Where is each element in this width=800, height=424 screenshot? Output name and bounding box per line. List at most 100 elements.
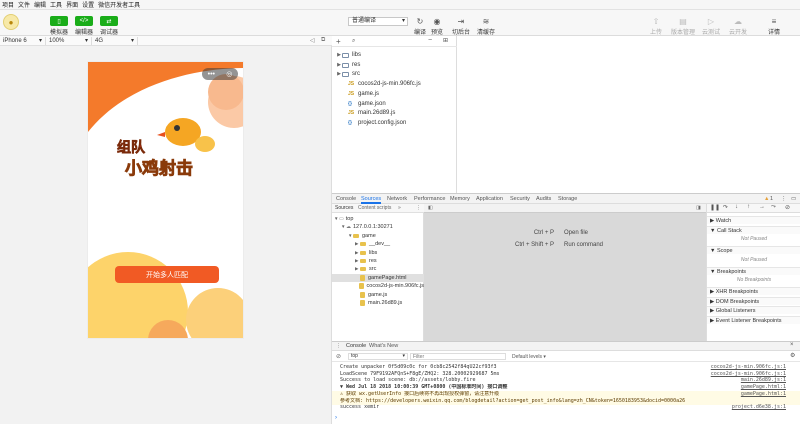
tab-content-scripts[interactable]: Content scripts: [358, 205, 391, 211]
gear-icon[interactable]: ⚙: [790, 352, 795, 359]
menu-tools[interactable]: 工具: [50, 0, 62, 9]
step-out-icon[interactable]: ↑: [747, 204, 750, 210]
network-select[interactable]: 4G ▾: [92, 37, 138, 45]
menu-edit[interactable]: 编辑: [34, 0, 46, 9]
phone-screen[interactable]: ••• ◎ 组队 小鸡射击 开始多人匹配: [87, 61, 244, 339]
source-tree-item[interactable]: ▼ ☁ 127.0.0.1:30271: [332, 223, 424, 231]
compile-mode-select[interactable]: 普通编译: [348, 17, 408, 26]
collapse-icon[interactable]: −: [428, 37, 432, 44]
debugger-section-header[interactable]: ▼ Call Stack: [707, 225, 800, 234]
debugger-section-header[interactable]: ▶ Watch: [707, 216, 800, 224]
menu-app[interactable]: 微信开发者工具: [98, 0, 140, 9]
clear-console-icon[interactable]: ⊘: [336, 353, 341, 360]
debugger-section-header[interactable]: ▶ Event Listener Breakpoints: [707, 315, 800, 324]
source-tree-item[interactable]: ▶ src: [332, 265, 424, 273]
compile-button[interactable]: ↻: [414, 16, 426, 26]
upload-button[interactable]: ⇧: [650, 16, 662, 26]
popout-icon[interactable]: ⧉: [321, 37, 325, 44]
tab-security[interactable]: Security: [510, 194, 530, 204]
debugger-section-header[interactable]: ▶ XHR Breakpoints: [707, 287, 800, 295]
debugger-section-header[interactable]: ▶ DOM Breakpoints: [707, 296, 800, 305]
step-icon[interactable]: →: [759, 204, 765, 210]
file-item-res[interactable]: ▶ res: [336, 61, 360, 70]
editor-button[interactable]: </>: [75, 16, 93, 26]
warning-icon[interactable]: ▲: [764, 194, 769, 204]
clear-cache-button[interactable]: ≋: [480, 16, 492, 26]
device-select[interactable]: iPhone 6 ▾: [0, 37, 46, 45]
tab-sources[interactable]: Sources: [361, 194, 382, 204]
source-tree-item[interactable]: main.26d89.js: [332, 299, 424, 307]
pause-icon[interactable]: ❚❚: [710, 204, 720, 211]
log-levels-select[interactable]: Default levels ▾: [512, 354, 546, 360]
source-tree-item[interactable]: ▼ ▭ top: [332, 215, 424, 223]
source-tree-item[interactable]: game.js: [332, 291, 424, 299]
menu-project[interactable]: 项目: [2, 0, 14, 9]
menu-file[interactable]: 文件: [18, 0, 30, 9]
console-source-link[interactable]: project.d6e38.js:1: [732, 404, 786, 411]
simulator-button[interactable]: ▯: [50, 16, 68, 26]
mute-icon[interactable]: ◁: [310, 37, 315, 44]
toggle-debugger-icon[interactable]: ◨: [696, 205, 701, 211]
toggle-navigator-icon[interactable]: ◧: [428, 205, 433, 211]
source-tree-item[interactable]: ▶ libs: [332, 249, 424, 257]
context-select[interactable]: top ▾: [348, 353, 408, 360]
console-filter-input[interactable]: [410, 353, 506, 360]
deactivate-breakpoints-icon[interactable]: ⤳: [771, 204, 776, 211]
tab-performance[interactable]: Performance: [414, 194, 446, 204]
version-button[interactable]: ▤: [677, 16, 689, 26]
tab-console[interactable]: Console: [336, 194, 356, 204]
tab-network[interactable]: Network: [387, 194, 407, 204]
close-icon[interactable]: ×: [790, 342, 794, 348]
zoom-select[interactable]: 100% ▾: [46, 37, 92, 45]
double-chevron-icon[interactable]: »: [398, 205, 401, 211]
file-item-game-json[interactable]: {} game.json: [342, 100, 386, 109]
source-tree-item[interactable]: ▶ res: [332, 257, 424, 265]
start-match-button[interactable]: 开始多人匹配: [115, 266, 219, 283]
details-button[interactable]: ≡: [768, 16, 780, 26]
tab-console-drawer[interactable]: Console: [346, 343, 366, 349]
simulator-panel: ••• ◎ 组队 小鸡射击 开始多人匹配: [0, 46, 332, 424]
tab-whats-new[interactable]: What's New: [369, 343, 398, 349]
tab-application[interactable]: Application: [476, 194, 503, 204]
debugger-section-header[interactable]: ▼ Scope: [707, 246, 800, 254]
file-item-cocos2d-js-min-906fc-js[interactable]: JS cocos2d-js-min.906fc.js: [342, 80, 421, 89]
debugger-controls: ❚❚ ↷ ↓ ↑ → ⤳ ⊘: [707, 204, 800, 213]
step-over-icon[interactable]: ↷: [723, 204, 728, 211]
menu-capsule[interactable]: ••• ◎: [202, 68, 238, 80]
debugger-button[interactable]: ⇄: [100, 16, 118, 26]
tab-audits[interactable]: Audits: [536, 194, 551, 204]
layout-icon[interactable]: ⊞: [443, 37, 448, 44]
tab-nav-sources[interactable]: Sources: [335, 205, 353, 211]
debugger-section-header[interactable]: ▼ Breakpoints: [707, 266, 800, 275]
pause-exceptions-icon[interactable]: ⊘: [785, 204, 790, 211]
add-icon[interactable]: +: [336, 37, 341, 46]
source-tree-item[interactable]: ▶ __dev__: [332, 240, 424, 248]
console-prompt[interactable]: ›: [335, 415, 337, 421]
file-item-project-config-json[interactable]: {} project.config.json: [342, 119, 406, 128]
file-item-game-js[interactable]: JS game.js: [342, 90, 379, 99]
step-into-icon[interactable]: ↓: [735, 204, 738, 210]
preview-button[interactable]: ◉: [431, 16, 443, 26]
dock-icon[interactable]: ▭: [791, 194, 796, 204]
source-tree-item[interactable]: cocos2d-js-min.906fc.js: [332, 282, 424, 290]
more-vert-icon[interactable]: ⋮: [336, 343, 341, 349]
source-tree-item[interactable]: gamePage.html: [332, 273, 424, 282]
search-icon[interactable]: ⌕: [352, 38, 355, 45]
tab-memory[interactable]: Memory: [450, 194, 470, 204]
file-item-src[interactable]: ▶ src: [336, 70, 360, 79]
source-editor-placeholder[interactable]: ◧ ◨ Ctrl + P Open file Ctrl + Shift + P …: [424, 204, 706, 342]
file-item-main-26d89-js[interactable]: JS main.26d89.js: [342, 109, 395, 118]
menu-view[interactable]: 界面: [66, 0, 78, 9]
source-tree-item[interactable]: ▼ game: [332, 232, 424, 240]
more-vert-icon[interactable]: ⋮: [416, 205, 421, 211]
avatar[interactable]: ●: [3, 14, 19, 30]
switch-background-button[interactable]: ⇥: [455, 16, 467, 26]
menu-settings[interactable]: 设置: [82, 0, 94, 9]
more-vert-icon[interactable]: ⋮: [781, 194, 787, 204]
cloud-test-button[interactable]: ▷: [705, 16, 717, 26]
file-item-libs[interactable]: ▶ libs: [336, 51, 361, 60]
cloud-dev-button[interactable]: ☁: [732, 16, 744, 26]
editor-area[interactable]: [457, 36, 800, 193]
debugger-section-header[interactable]: ▶ Global Listeners: [707, 306, 800, 314]
tab-storage[interactable]: Storage: [558, 194, 577, 204]
